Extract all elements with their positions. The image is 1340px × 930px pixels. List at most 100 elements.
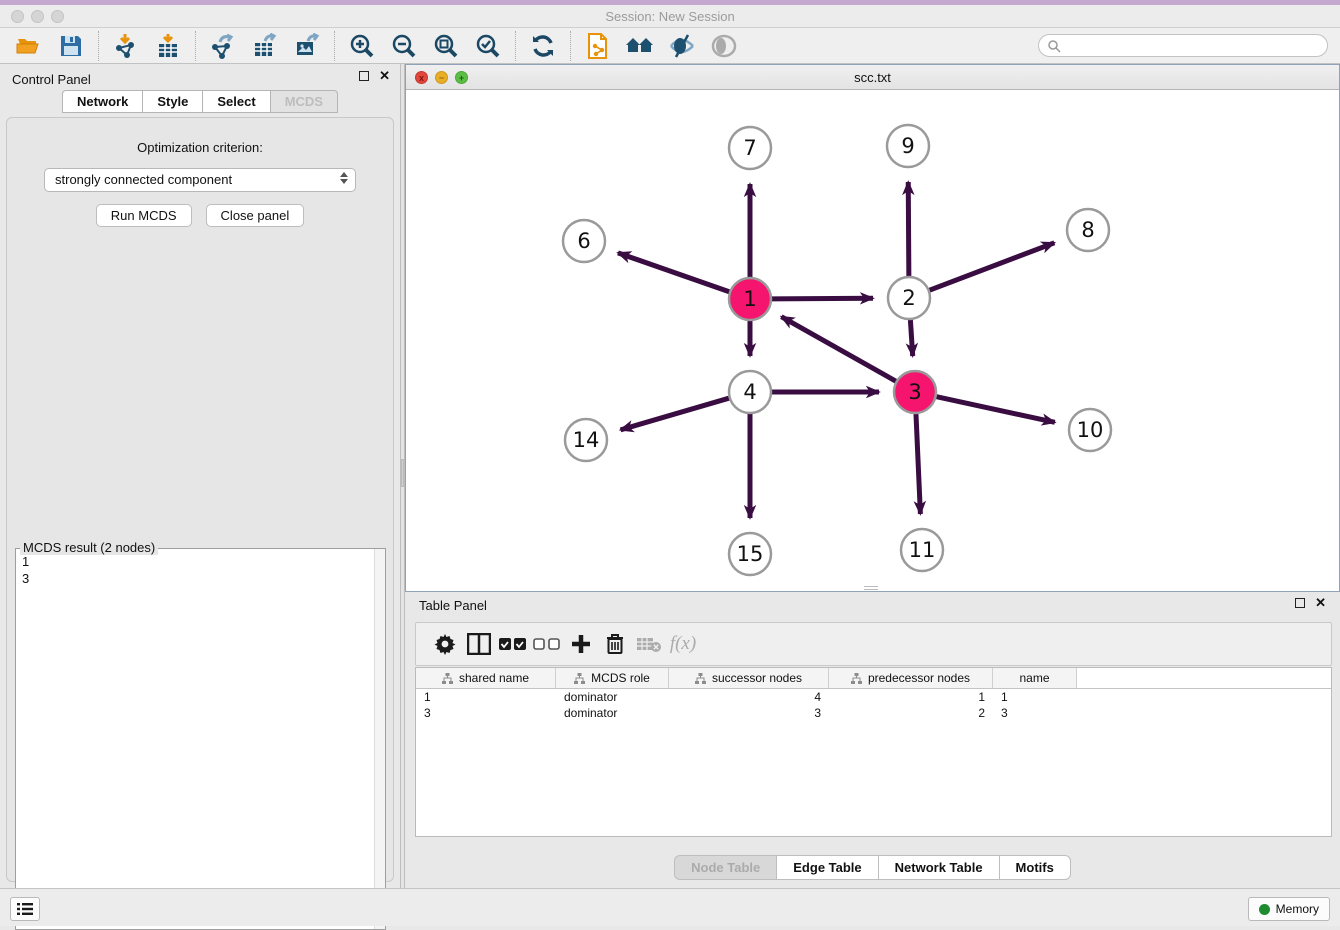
export-image-icon <box>294 33 320 59</box>
attribute-tree-icon <box>851 673 862 684</box>
search-field[interactable] <box>1038 34 1328 57</box>
node-label-2: 2 <box>902 286 915 310</box>
mcds-result-text[interactable]: 1 3 <box>22 553 29 587</box>
edge-1-2[interactable] <box>772 298 873 299</box>
open-session-button[interactable] <box>14 32 44 60</box>
column-header-successor-nodes[interactable]: successor nodes <box>669 668 829 688</box>
search-input[interactable] <box>1061 39 1311 53</box>
edge-2-3[interactable] <box>910 320 912 356</box>
table-cell[interactable]: 1 <box>829 689 993 705</box>
criterion-dropdown[interactable]: strongly connected component <box>44 168 356 192</box>
column-header-MCDS-role[interactable]: MCDS role <box>556 668 669 688</box>
column-header-name[interactable]: name <box>993 668 1077 688</box>
tab-network[interactable]: Network <box>62 90 142 113</box>
table-cell[interactable]: dominator <box>556 689 669 705</box>
result-scrollbar[interactable] <box>374 549 385 929</box>
column-header-predecessor-nodes[interactable]: predecessor nodes <box>829 668 993 688</box>
export-network-button[interactable] <box>208 32 238 60</box>
table-body: 1dominator4113dominator323 <box>416 689 1331 721</box>
hide-selected-button[interactable] <box>667 32 697 60</box>
table-row[interactable]: 3dominator323 <box>416 705 1331 721</box>
node-label-9: 9 <box>901 134 914 158</box>
table-cell[interactable]: 3 <box>416 705 556 721</box>
hide-eye-icon <box>668 33 696 59</box>
zoom-out-button[interactable] <box>389 32 419 60</box>
toolbar-separator <box>515 31 516 61</box>
network-canvas[interactable]: 7968124314101511 <box>406 91 1339 591</box>
edge-2-8[interactable] <box>930 243 1055 290</box>
table-settings-button[interactable] <box>428 629 462 659</box>
close-panel-icon[interactable]: ✕ <box>379 71 390 81</box>
tab-mcds[interactable]: MCDS <box>270 90 338 113</box>
window-title: Session: New Session <box>0 9 1340 24</box>
edge-3-1[interactable] <box>781 317 895 382</box>
splitter-grip[interactable] <box>401 459 404 487</box>
status-bar: Memory <box>0 888 1340 926</box>
export-table-button[interactable] <box>250 32 280 60</box>
table-cell[interactable]: 2 <box>829 705 993 721</box>
apply-layout-button[interactable] <box>528 32 558 60</box>
first-neighbors-button[interactable] <box>625 32 655 60</box>
memory-button[interactable]: Memory <box>1248 897 1330 921</box>
table-cell[interactable]: 4 <box>669 689 829 705</box>
select-all-columns-button[interactable] <box>496 629 530 659</box>
node-label-1: 1 <box>743 287 756 311</box>
export-table-icon <box>252 33 278 59</box>
criterion-value: strongly connected component <box>55 172 232 187</box>
main-toolbar <box>0 28 1340 64</box>
tab-style[interactable]: Style <box>142 90 202 113</box>
network-resize-grip[interactable] <box>864 586 878 590</box>
new-network-from-selection-button[interactable] <box>583 32 613 60</box>
tab-edge-table[interactable]: Edge Table <box>776 855 877 880</box>
task-history-button[interactable] <box>10 897 40 921</box>
zoom-selected-icon <box>475 33 501 59</box>
network-window-title: scc.txt <box>406 70 1339 85</box>
table-cell[interactable]: 1 <box>416 689 556 705</box>
tab-node-table[interactable]: Node Table <box>674 855 776 880</box>
zoom-selected-button[interactable] <box>473 32 503 60</box>
fx-icon: f(x) <box>670 633 696 655</box>
close-panel-button[interactable]: Close panel <box>206 204 305 227</box>
node-label-15: 15 <box>737 542 764 566</box>
table-cell[interactable]: 1 <box>993 689 1077 705</box>
gear-icon <box>434 633 456 655</box>
toolbar-separator <box>334 31 335 61</box>
edge-1-6[interactable] <box>618 253 729 292</box>
edge-4-14[interactable] <box>621 398 729 430</box>
table-cell[interactable]: 3 <box>669 705 829 721</box>
tab-select[interactable]: Select <box>202 90 269 113</box>
show-columns-button[interactable] <box>462 629 496 659</box>
import-table-button[interactable] <box>153 32 183 60</box>
edge-3-11[interactable] <box>916 414 920 514</box>
table-cell[interactable]: 3 <box>993 705 1077 721</box>
unselect-all-columns-button[interactable] <box>530 629 564 659</box>
apply-layout-icon <box>530 33 556 59</box>
zoom-fit-button[interactable] <box>431 32 461 60</box>
tab-network-table[interactable]: Network Table <box>878 855 999 880</box>
export-image-button[interactable] <box>292 32 322 60</box>
show-all-button[interactable] <box>709 32 739 60</box>
zoom-in-button[interactable] <box>347 32 377 60</box>
save-session-button[interactable] <box>56 32 86 60</box>
network-graph[interactable]: 7968124314101511 <box>406 91 1339 591</box>
control-panel-title: Control Panel <box>12 72 91 87</box>
delete-columns-button[interactable] <box>598 629 632 659</box>
table-tabs: Node TableEdge TableNetwork TableMotifs <box>405 855 1340 880</box>
table-cell[interactable]: dominator <box>556 705 669 721</box>
float-panel-icon[interactable] <box>359 71 369 81</box>
edge-2-9[interactable] <box>908 182 909 276</box>
close-table-panel-icon[interactable]: ✕ <box>1315 598 1326 608</box>
memory-status-icon <box>1259 904 1270 915</box>
tab-motifs[interactable]: Motifs <box>999 855 1071 880</box>
edge-3-10[interactable] <box>936 397 1054 423</box>
table-row[interactable]: 1dominator411 <box>416 689 1331 705</box>
run-mcds-button[interactable]: Run MCDS <box>96 204 192 227</box>
create-column-button[interactable] <box>564 629 598 659</box>
network-window-titlebar[interactable]: x − + scc.txt <box>406 65 1339 90</box>
import-network-button[interactable] <box>111 32 141 60</box>
column-header-shared-name[interactable]: shared name <box>416 668 556 688</box>
zoom-out-icon <box>391 33 417 59</box>
float-table-panel-icon[interactable] <box>1295 598 1305 608</box>
main-titlebar: Session: New Session <box>0 5 1340 28</box>
mcds-result-box: MCDS result (2 nodes) 1 3 <box>15 548 386 930</box>
